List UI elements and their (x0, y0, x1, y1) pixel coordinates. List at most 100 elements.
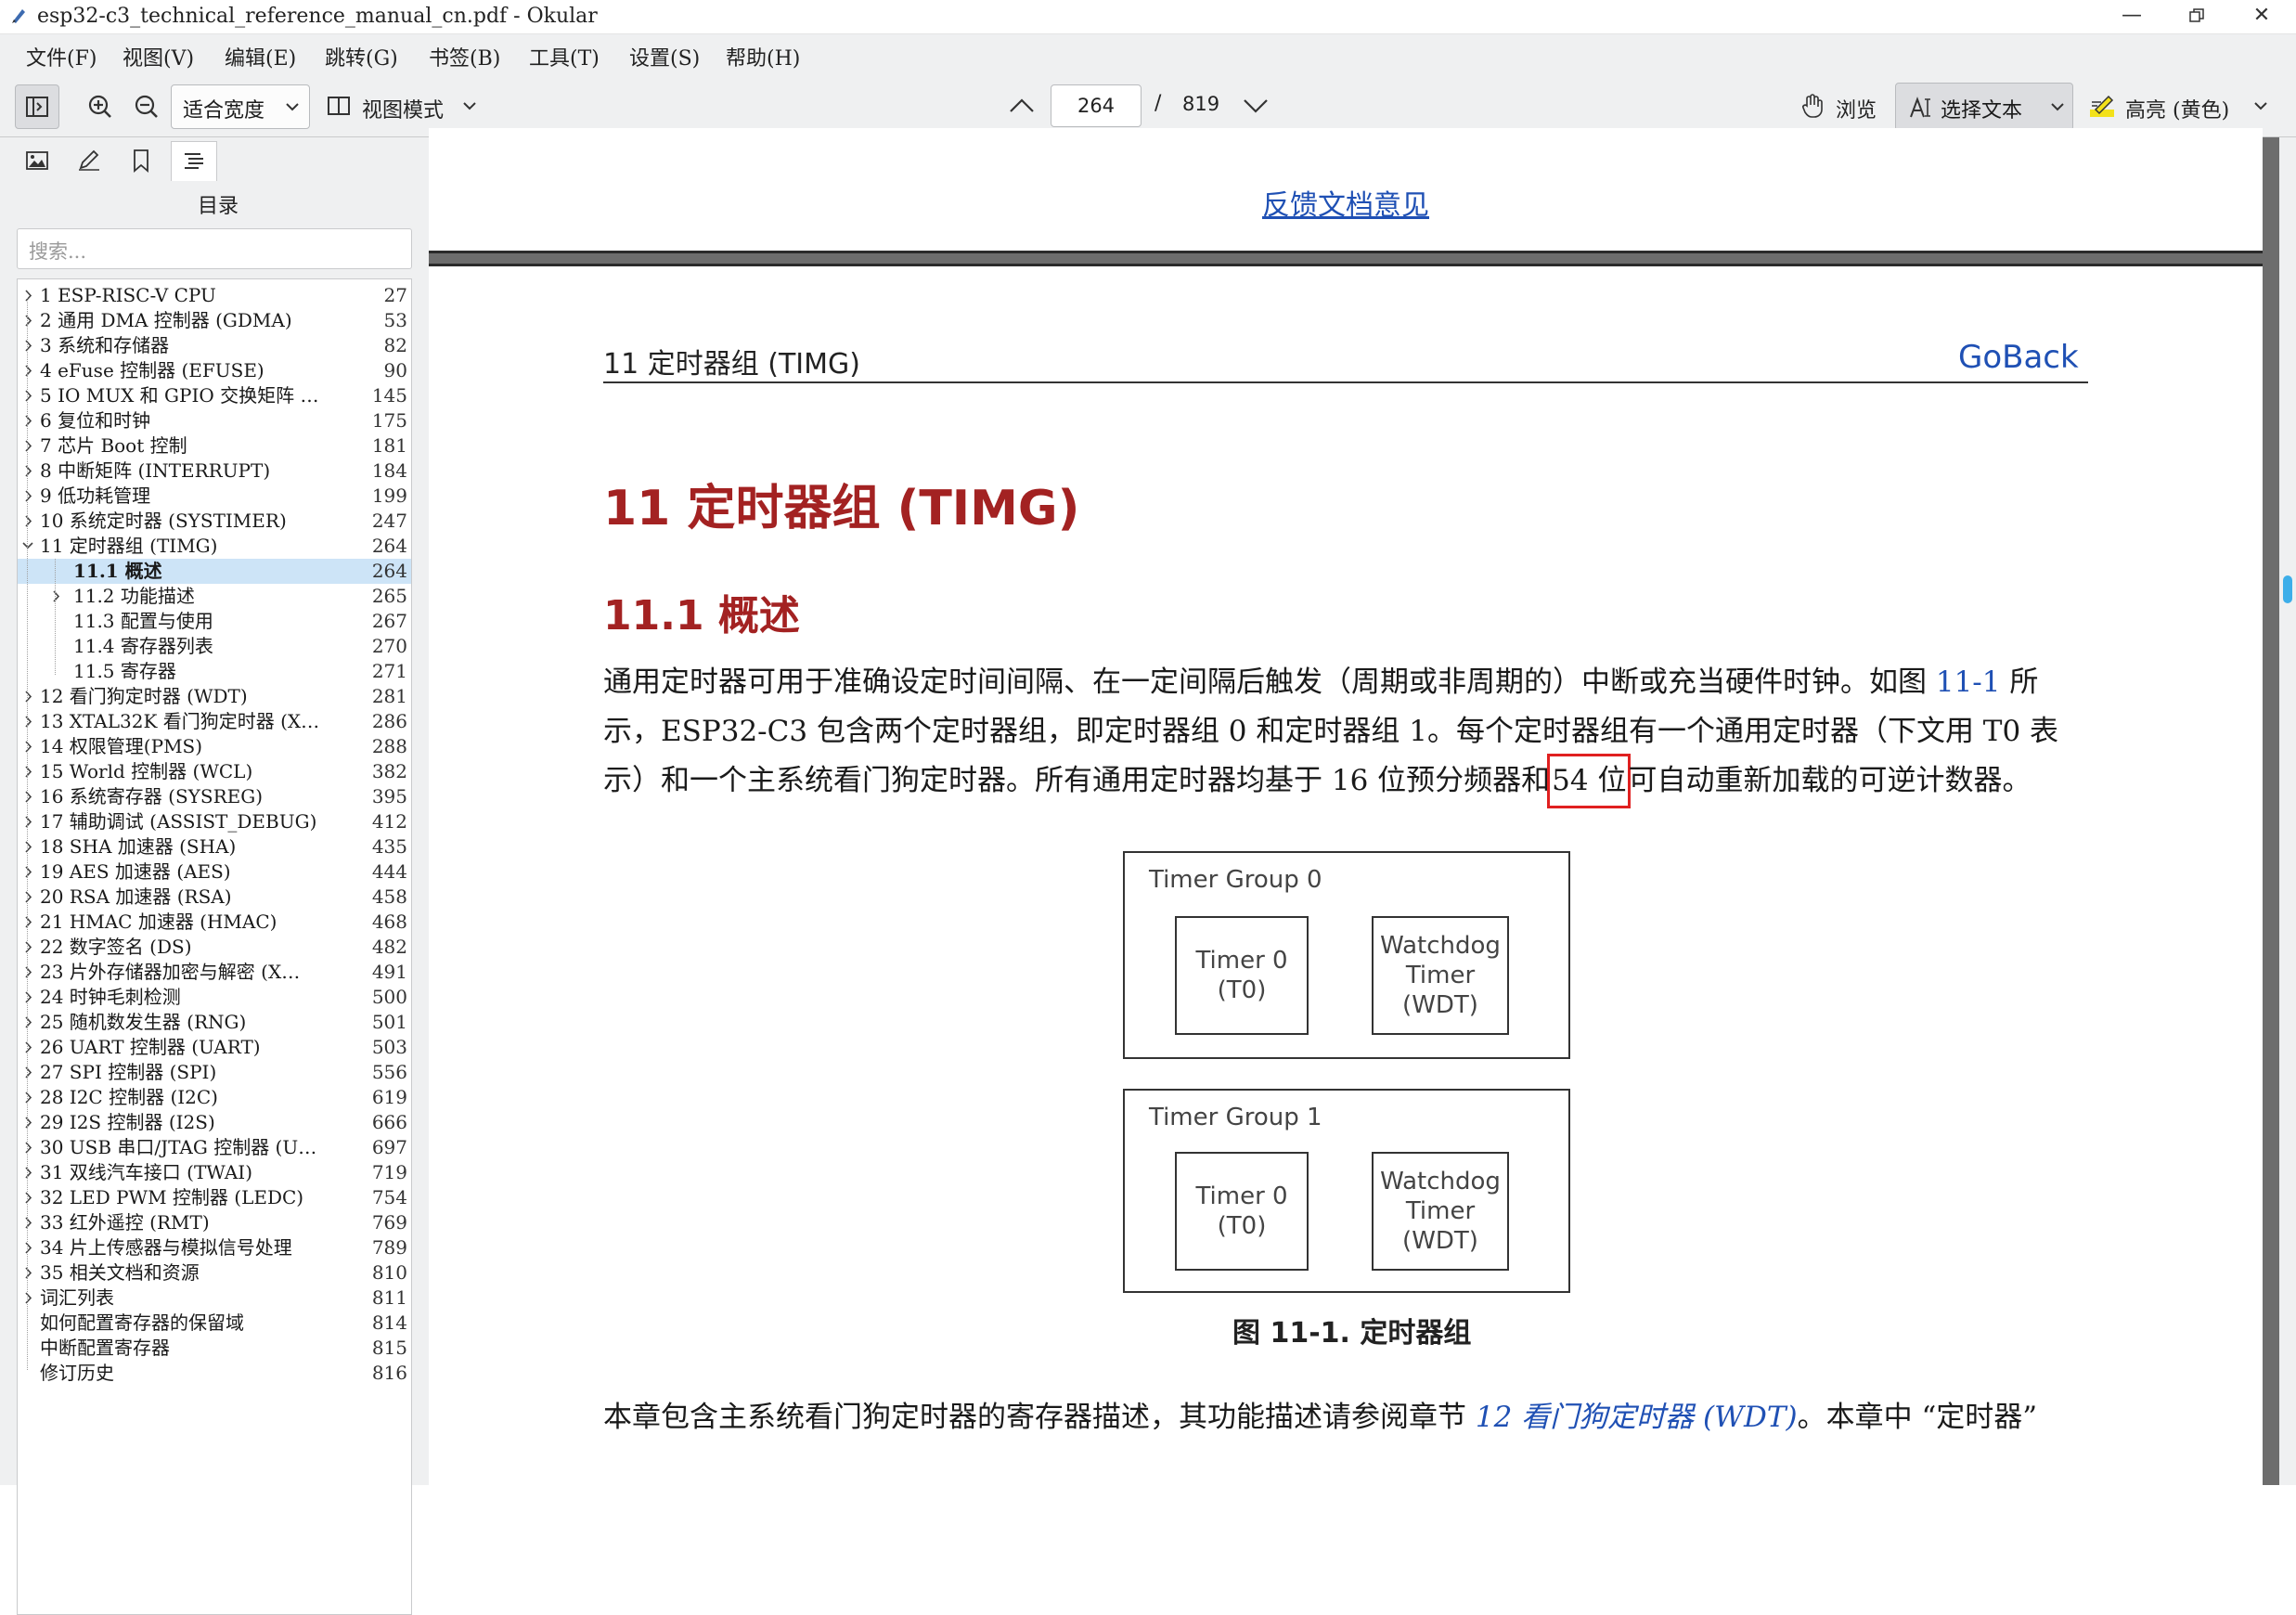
chevron-right-icon[interactable] (21, 910, 36, 935)
chevron-right-icon[interactable] (21, 985, 36, 1010)
toc-item[interactable]: 29 I2S 控制器 (I2S) 666 (18, 1110, 411, 1135)
highlight-label[interactable]: 高亮 (黄色) (2125, 94, 2229, 123)
toc-item[interactable]: 26 UART 控制器 (UART) 503 (18, 1035, 411, 1060)
toc-item[interactable]: 25 随机数发生器 (RNG) 501 (18, 1010, 411, 1035)
toc-item[interactable]: 11.2 功能描述 265 (18, 584, 411, 609)
menu-bookmarks[interactable]: 书签(B) (429, 42, 500, 71)
chevron-right-icon[interactable] (21, 960, 36, 985)
chevron-right-icon[interactable] (21, 1010, 36, 1035)
toc-item[interactable]: 21 HMAC 加速器 (HMAC) 468 (18, 910, 411, 935)
tab-contents[interactable] (171, 141, 217, 181)
chevron-right-icon[interactable] (21, 383, 36, 408)
chevron-right-icon[interactable] (21, 509, 36, 534)
view-mode-label[interactable]: 视图模式 (362, 94, 444, 123)
toc-item[interactable]: 7 芯片 Boot 控制 181 (18, 433, 411, 459)
toc-item[interactable]: 22 数字签名 (DS) 482 (18, 935, 411, 960)
toc-item[interactable]: 11.3 配置与使用 267 (18, 609, 411, 634)
page-number-input[interactable]: 264 (1051, 84, 1142, 127)
toc-item[interactable]: 28 I2C 控制器 (I2C) 619 (18, 1085, 411, 1110)
toc-item[interactable]: 3 系统和存储器 82 (18, 333, 411, 358)
select-text-tool-button[interactable]: 选择文本 (1895, 83, 2073, 131)
chevron-right-icon[interactable] (21, 433, 36, 459)
chevron-right-icon[interactable] (21, 1035, 36, 1060)
chevron-right-icon[interactable] (21, 358, 36, 383)
figure-reference-link[interactable]: 11-1 (1936, 665, 2001, 699)
toc-item[interactable]: 词汇列表 811 (18, 1286, 411, 1311)
chevron-right-icon[interactable] (21, 1085, 36, 1110)
menu-tools[interactable]: 工具(T) (529, 42, 600, 71)
toc-item[interactable]: 9 低功耗管理 199 (18, 484, 411, 509)
toc-item[interactable]: 24 时钟毛刺检测 500 (18, 985, 411, 1010)
chevron-right-icon[interactable] (21, 834, 36, 859)
chevron-right-icon[interactable] (21, 885, 36, 910)
toc-item[interactable]: 35 相关文档和资源 810 (18, 1260, 411, 1286)
zoom-out-button[interactable] (128, 88, 165, 125)
toc-item[interactable]: 中断配置寄存器 815 (18, 1336, 411, 1361)
tab-annotations[interactable] (67, 141, 111, 180)
chevron-right-icon[interactable] (21, 1110, 36, 1135)
chevron-right-icon[interactable] (21, 759, 36, 784)
chevron-right-icon[interactable] (21, 1185, 36, 1210)
toc-item[interactable]: 13 XTAL32K 看门狗定时器 (X… 286 (18, 709, 411, 734)
toc-item[interactable]: 4 eFuse 控制器 (EFUSE) 90 (18, 358, 411, 383)
chevron-right-icon[interactable] (21, 1135, 36, 1160)
toc-item[interactable]: 10 系统定时器 (SYSTIMER) 247 (18, 509, 411, 534)
close-window-button[interactable]: ✕ (2231, 0, 2292, 33)
toc-item[interactable]: 30 USB 串口/JTAG 控制器 (U… 697 (18, 1135, 411, 1160)
chevron-right-icon[interactable] (21, 408, 36, 433)
chevron-right-icon[interactable] (21, 1060, 36, 1085)
toggle-sidebar-button[interactable] (15, 84, 59, 129)
toc-item[interactable]: 如何配置寄存器的保留域 814 (18, 1311, 411, 1336)
browse-tool-button[interactable] (1799, 90, 1826, 122)
chevron-right-icon[interactable] (21, 308, 36, 333)
chevron-right-icon[interactable] (21, 709, 36, 734)
toc-item[interactable]: 11.5 寄存器 271 (18, 659, 411, 684)
toc-item[interactable]: 11.1 概述 264 (18, 559, 411, 584)
chevron-right-icon[interactable] (21, 734, 36, 759)
tab-thumbnails[interactable] (15, 141, 59, 180)
menu-go[interactable]: 跳转(G) (325, 42, 398, 71)
wdt-chapter-link[interactable]: 12 看门狗定时器 (WDT) (1476, 1401, 1798, 1434)
minimize-button[interactable]: — (2101, 0, 2162, 33)
toc-item[interactable]: 34 片上传感器与模拟信号处理 789 (18, 1235, 411, 1260)
toc-item[interactable]: 33 红外遥控 (RMT) 769 (18, 1210, 411, 1235)
next-page-button[interactable] (1240, 92, 1271, 120)
toc-search-input[interactable]: 搜索... (17, 228, 412, 269)
scrollbar-thumb[interactable] (2283, 575, 2292, 603)
highlighted-text-54bit[interactable]: 54 位 (1547, 754, 1632, 808)
menu-edit[interactable]: 编辑(E) (225, 42, 296, 71)
chevron-right-icon[interactable] (21, 859, 36, 885)
feedback-link[interactable]: 反馈文档意见 (1262, 182, 1429, 223)
toc-item[interactable]: 8 中断矩阵 (INTERRUPT) 184 (18, 459, 411, 484)
menu-view[interactable]: 视图(V) (123, 42, 194, 71)
chevron-right-icon[interactable] (21, 684, 36, 709)
toc-item[interactable]: 6 复位和时钟 175 (18, 408, 411, 433)
toc-item[interactable]: 2 通用 DMA 控制器 (GDMA) 53 (18, 308, 411, 333)
view-mode-button[interactable] (325, 90, 353, 122)
toc-item[interactable]: 31 双线汽车接口 (TWAI) 719 (18, 1160, 411, 1185)
toc-item[interactable]: 5 IO MUX 和 GPIO 交换矩阵 … 145 (18, 383, 411, 408)
toc-item[interactable]: 32 LED PWM 控制器 (LEDC) 754 (18, 1185, 411, 1210)
toc-item[interactable]: 14 权限管理(PMS) 288 (18, 734, 411, 759)
toc-item[interactable]: 11 定时器组 (TIMG) 264 (18, 534, 411, 559)
toc-item[interactable]: 23 片外存储器加密与解密 (X… 491 (18, 960, 411, 985)
chevron-right-icon[interactable] (21, 809, 36, 834)
toc-item[interactable]: 27 SPI 控制器 (SPI) 556 (18, 1060, 411, 1085)
toc-item[interactable]: 修订历史 816 (18, 1361, 411, 1386)
chevron-right-icon[interactable] (21, 1235, 36, 1260)
zoom-dropdown[interactable]: 适合宽度 (171, 84, 310, 129)
chevron-right-icon[interactable] (49, 584, 64, 609)
chevron-right-icon[interactable] (21, 1210, 36, 1235)
toc-item[interactable]: 11.4 寄存器列表 270 (18, 634, 411, 659)
restore-button[interactable] (2166, 0, 2227, 33)
highlight-tool-button[interactable] (2086, 90, 2118, 122)
toc-item[interactable]: 16 系统寄存器 (SYSREG) 395 (18, 784, 411, 809)
previous-page-button[interactable] (1006, 92, 1038, 120)
document-view[interactable]: 反馈文档意见 11 定时器组 (TIMG) GoBack 11 定时器组 (TI… (429, 128, 2279, 1501)
chevron-right-icon[interactable] (21, 333, 36, 358)
menu-help[interactable]: 帮助(H) (726, 42, 800, 71)
chevron-right-icon[interactable] (21, 283, 36, 308)
menu-settings[interactable]: 设置(S) (629, 42, 700, 71)
browse-label[interactable]: 浏览 (1836, 94, 1877, 123)
chevron-right-icon[interactable] (21, 784, 36, 809)
